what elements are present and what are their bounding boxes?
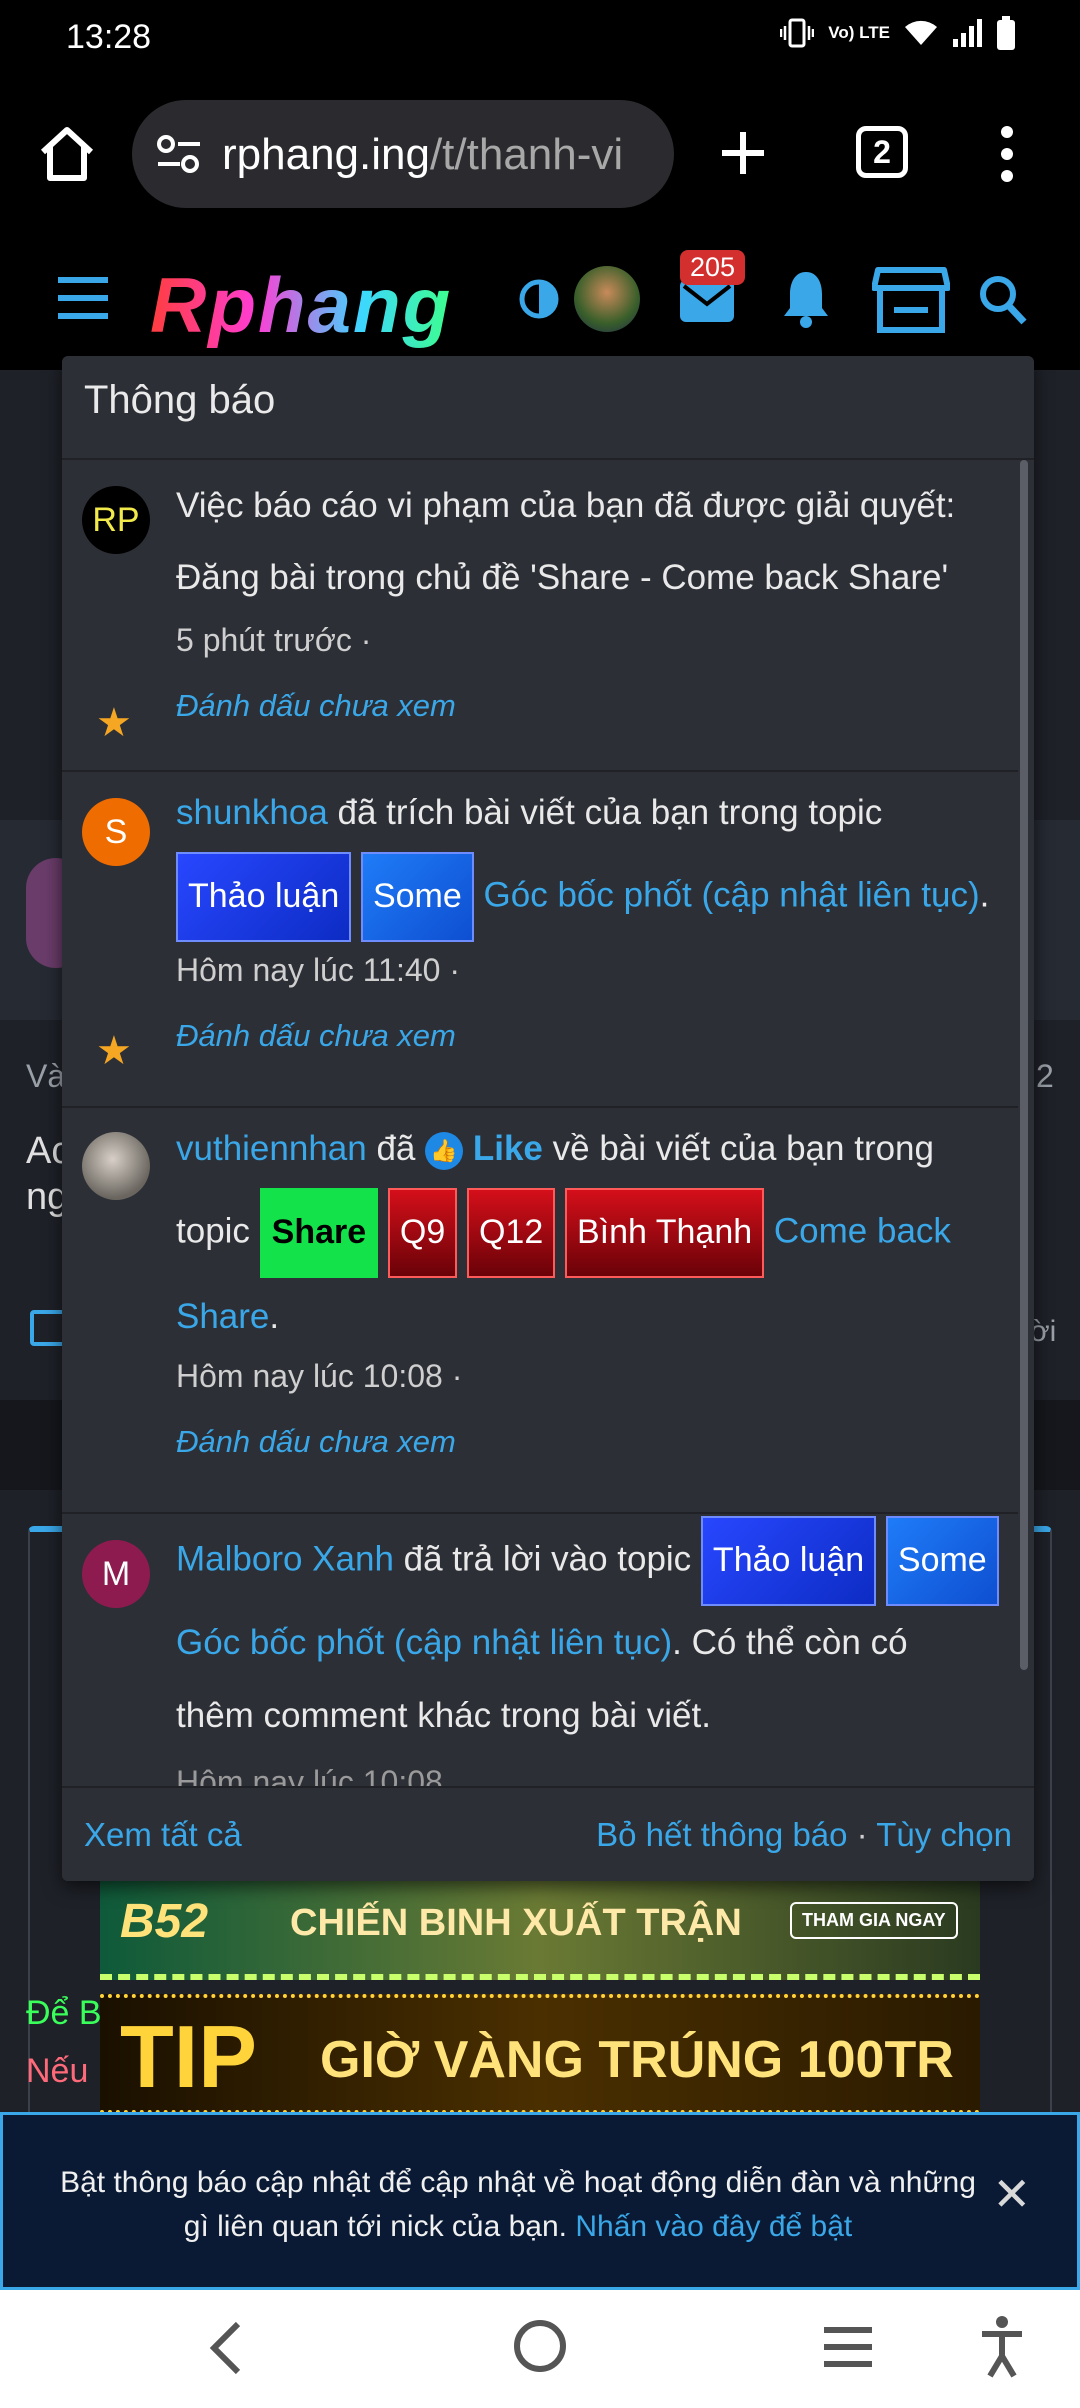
site-settings-icon[interactable] [156, 134, 202, 174]
notifications-footer: Xem tất cả Bỏ hết thông báo · Tùy chọn [62, 1786, 1034, 1881]
notifications-scrollbar[interactable] [1020, 460, 1028, 1670]
notification-item[interactable]: RP Việc báo cáo vi phạm của bạn đã được … [62, 460, 1018, 772]
mark-unread-link[interactable]: Đánh dấu chưa xem [176, 1412, 1016, 1472]
notification-avatar-vuthiennhan [82, 1132, 150, 1200]
banner-b52-text: CHIẾN BINH XUẤT TRẬN [290, 1902, 742, 1944]
url-text: rphang.ing/t/thanh-vi [222, 130, 624, 179]
tag-q9[interactable]: Q9 [387, 1188, 458, 1278]
bell-icon[interactable] [780, 268, 832, 330]
recents-icon[interactable] [820, 2324, 876, 2370]
status-icons: Vo) LTE [780, 16, 1016, 50]
ad-banner-tip[interactable]: TIP GIỜ VÀNG TRÚNG 100TR [100, 1994, 980, 2114]
topic-link[interactable]: Góc bốc phốt (cập nhật liên tục) [176, 1623, 672, 1662]
notifications-dropdown: Thông báo RP Việc báo cáo vi phạm của bạ… [62, 356, 1034, 1881]
site-header: Rphang [0, 230, 1080, 370]
topic-link-cont[interactable]: Share [176, 1297, 269, 1336]
tag-thao-luan[interactable]: Thảo luận [176, 852, 352, 942]
behind-text-6: 2 [1036, 1058, 1054, 1094]
browser-toolbar: rphang.ing/t/thanh-vi 2 [0, 80, 1080, 230]
notification-avatar-m: M [82, 1540, 150, 1608]
banner-b52-cta: THAM GIA NGAY [790, 1902, 958, 1939]
status-bar: 13:28 Vo) LTE [0, 0, 1080, 80]
messages-count-badge: 205 [680, 250, 746, 285]
star-icon[interactable]: ★ [96, 1028, 132, 1074]
ad-banner-b52[interactable]: B52 CHIẾN BINH XUẤT TRẬN THAM GIA NGAY [100, 1880, 980, 1980]
user-link[interactable]: Malboro Xanh [176, 1539, 394, 1578]
banner-tip-text: GIỜ VÀNG TRÚNG 100TR [320, 2031, 954, 2089]
behind-text-5: Nếu [26, 2052, 89, 2090]
user-avatar[interactable] [574, 266, 640, 332]
store-icon[interactable] [872, 266, 950, 334]
mark-unread-link[interactable]: Đánh dấu chưa xem [176, 676, 1016, 736]
banner-b52-logo: B52 [120, 1895, 209, 1948]
topic-link[interactable]: Góc bốc phốt (cập nhật liên tục) [484, 875, 980, 914]
notification-item[interactable]: S shunkhoa đã trích bài viết của bạn tro… [62, 774, 1018, 1108]
notification-time: Hôm nay lúc 10:08 · [176, 1358, 463, 1394]
status-time: 13:28 [66, 18, 152, 56]
notification-avatar-s: S [82, 798, 150, 866]
notification-text: Malboro Xanh đã trả lời vào topic Thảo l… [176, 1516, 1016, 1752]
tag-some[interactable]: Some [885, 1516, 999, 1606]
site-logo[interactable]: Rphang [150, 260, 452, 351]
notification-avatar-rp: RP [82, 486, 150, 554]
enable-notifications-link[interactable]: Nhấn vào đây để bật [575, 2210, 852, 2243]
url-bar[interactable]: rphang.ing/t/thanh-vi [132, 100, 674, 208]
star-icon[interactable]: ★ [96, 700, 132, 746]
wifi-icon [905, 20, 937, 45]
close-icon[interactable]: ✕ [992, 2167, 1031, 2221]
home-icon[interactable] [38, 126, 96, 182]
volte-icon: Vo) LTE [828, 23, 890, 42]
view-all-link[interactable]: Xem tất cả [84, 1816, 242, 1854]
notification-item[interactable]: M Malboro Xanh đã trả lời vào topic Thảo… [62, 1516, 1018, 1800]
footer-actions: Bỏ hết thông báo · Tùy chọn [596, 1816, 1012, 1853]
topic-link[interactable]: Come back [774, 1211, 951, 1250]
vibrate-icon [780, 18, 815, 48]
tag-some[interactable]: Some [360, 852, 474, 942]
user-link[interactable]: vuthiennhan [176, 1129, 367, 1168]
notifications-title: Thông báo [84, 378, 276, 422]
enable-notifications-text: Bật thông báo cập nhật để cập nhật về ho… [60, 2166, 976, 2243]
home-nav-icon[interactable] [512, 2318, 568, 2374]
user-link[interactable]: shunkhoa [176, 793, 328, 832]
back-icon[interactable] [208, 2320, 244, 2376]
system-navigation-bar [0, 2290, 1080, 2408]
tag-q12[interactable]: Q12 [466, 1188, 556, 1278]
tag-thao-luan[interactable]: Thảo luận [700, 1516, 877, 1606]
new-tab-icon[interactable] [718, 128, 768, 178]
like-icon: 👍 [425, 1131, 464, 1170]
hamburger-menu-icon[interactable] [56, 276, 110, 320]
notification-item[interactable]: vuthiennhan đã 👍 Like về bài viết của bạ… [62, 1110, 1018, 1514]
behind-text-4: Để B [26, 1994, 102, 2032]
behind-text-1: Và [26, 1058, 66, 1094]
tag-share[interactable]: Share [259, 1188, 379, 1278]
options-link[interactable]: Tùy chọn [876, 1816, 1012, 1853]
notification-time: Hôm nay lúc 11:40 · [176, 952, 460, 988]
tab-switcher-button[interactable]: 2 [856, 126, 908, 178]
more-menu-icon[interactable] [1000, 124, 1014, 184]
notification-text: shunkhoa đã trích bài viết của bạn trong… [176, 774, 1016, 942]
notification-text: vuthiennhan đã 👍 Like về bài viết của bạ… [176, 1129, 951, 1336]
notification-time: 5 phút trước · [176, 622, 372, 658]
mark-unread-link[interactable]: Đánh dấu chưa xem [176, 1006, 1016, 1066]
banner-tip-logo: TIP [120, 2007, 257, 2106]
theme-toggle-icon[interactable] [518, 278, 560, 320]
dismiss-all-link[interactable]: Bỏ hết thông báo [596, 1816, 847, 1853]
notification-text: Việc báo cáo vi phạm của bạn đã được giả… [176, 486, 956, 597]
accessibility-icon[interactable] [978, 2314, 1026, 2380]
tag-binh-thanh[interactable]: Bình Thạnh [564, 1188, 765, 1278]
battery-icon [997, 16, 1015, 50]
signal-icon [953, 19, 982, 47]
search-icon[interactable] [978, 274, 1028, 326]
enable-notifications-bar: Bật thông báo cập nhật để cập nhật về ho… [0, 2112, 1080, 2290]
